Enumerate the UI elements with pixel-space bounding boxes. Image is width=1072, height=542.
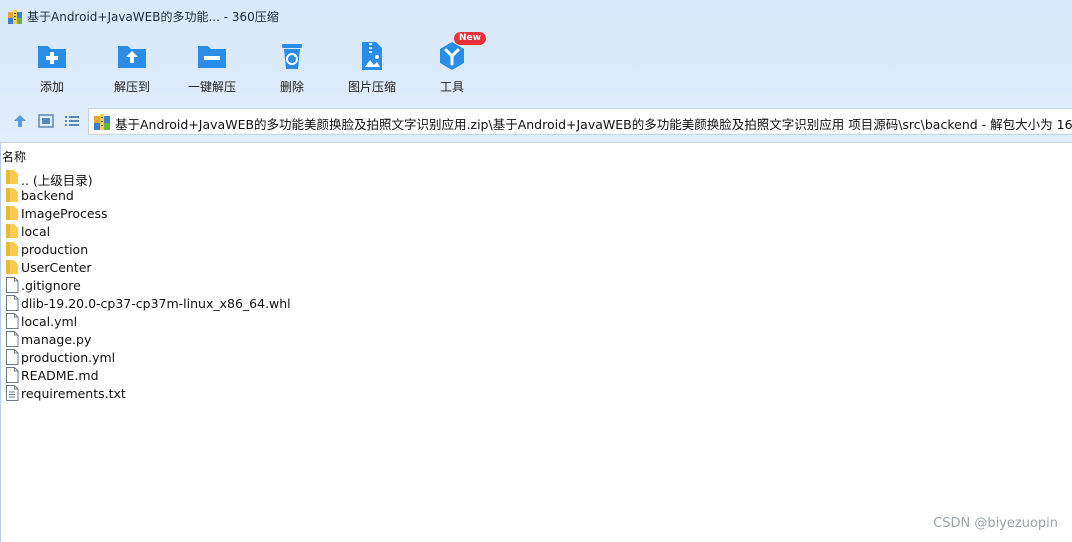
list-item-production-yml[interactable]: production.yml <box>0 348 600 366</box>
list-item-name: UserCenter <box>21 260 92 275</box>
list-item-name: local <box>21 224 51 239</box>
archive-icon <box>94 114 110 130</box>
list-item-name: dlib-19.20.0-cp37-cp37m-linux_x86_64.whl <box>21 296 291 311</box>
list-item-name: manage.py <box>21 332 92 347</box>
list-item-production[interactable]: production <box>0 240 600 258</box>
add-label: 添加 <box>39 80 64 94</box>
list-item-local[interactable]: local <box>0 222 600 240</box>
file-icon <box>6 331 19 347</box>
path-text: 基于Android+JavaWEB的多功能美颜换脸及拍照文字识别应用.zip\基… <box>115 117 1072 132</box>
list-item-name: .gitignore <box>21 278 81 293</box>
text-file-icon <box>6 385 19 401</box>
list-item-name: ImageProcess <box>21 206 108 221</box>
list-item-name: README.md <box>21 368 99 383</box>
app-window: 基于Android+JavaWEB的多功能... - 360压缩 添加 解压到 <box>0 0 1072 542</box>
list-item-readme[interactable]: README.md <box>0 366 600 384</box>
delete-button[interactable]: 删除 <box>252 38 332 100</box>
file-icon <box>6 349 19 365</box>
watermark: CSDN @biyezuopin <box>933 516 1058 531</box>
folder-icon <box>6 242 18 256</box>
one-click-extract-button[interactable]: 一键解压 <box>172 38 252 100</box>
list-item-usercenter[interactable]: UserCenter <box>0 258 600 276</box>
new-badge: New <box>454 32 486 45</box>
file-icon <box>6 313 19 329</box>
image-compress-button[interactable]: 图片压缩 <box>332 38 412 100</box>
main-toolbar: 添加 解压到 一键解压 删除 图片压缩 New 工具 <box>12 32 492 100</box>
file-icon <box>6 295 19 311</box>
delete-label: 删除 <box>279 80 304 94</box>
image-compress-icon <box>362 42 382 70</box>
list-item-requirements[interactable]: requirements.txt <box>0 384 600 402</box>
list-item-local-yml[interactable]: local.yml <box>0 312 600 330</box>
list-item-parent-dir[interactable]: .. (上级目录) <box>0 168 600 188</box>
window-chrome: 基于Android+JavaWEB的多功能... - 360压缩 添加 解压到 <box>0 0 1072 143</box>
tools-label: 工具 <box>439 80 464 94</box>
folder-icon <box>6 206 18 220</box>
add-button[interactable]: 添加 <box>12 38 92 100</box>
image-compress-label: 图片压缩 <box>347 80 396 94</box>
list-header: 名称 <box>0 146 1072 164</box>
file-icon <box>6 277 19 293</box>
file-list: .. (上级目录) backend ImageProcess local pro… <box>0 168 600 402</box>
add-icon <box>38 46 66 68</box>
list-item-name: backend <box>21 188 74 203</box>
folder-icon <box>6 170 18 184</box>
window-title: 基于Android+JavaWEB的多功能... - 360压缩 <box>27 10 279 24</box>
list-view-icon[interactable] <box>63 112 81 130</box>
list-item-imageprocess[interactable]: ImageProcess <box>0 204 600 222</box>
list-item-name: production.yml <box>21 350 116 365</box>
folder-icon <box>6 260 18 274</box>
file-icon <box>6 367 19 383</box>
recycle-bin-icon <box>282 44 302 69</box>
thumbnail-view-icon[interactable] <box>37 112 55 130</box>
extract-to-label: 解压到 <box>113 80 150 94</box>
path-field[interactable]: 基于Android+JavaWEB的多功能美颜换脸及拍照文字识别应用.zip\基… <box>88 108 1072 135</box>
list-item-backend[interactable]: backend <box>0 186 600 204</box>
list-item-manage-py[interactable]: manage.py <box>0 330 600 348</box>
list-item-gitignore[interactable]: .gitignore <box>0 276 600 294</box>
one-click-extract-label: 一键解压 <box>187 80 236 94</box>
extract-to-button[interactable]: 解压到 <box>92 38 172 100</box>
tools-button[interactable]: New 工具 <box>412 32 492 100</box>
archive-app-icon <box>8 10 22 24</box>
title-bar: 基于Android+JavaWEB的多功能... - 360压缩 <box>0 0 1072 32</box>
column-name-header[interactable]: 名称 <box>2 148 26 165</box>
extract-to-icon <box>118 46 146 68</box>
list-item-name: production <box>21 242 89 257</box>
up-arrow-icon[interactable] <box>11 112 29 130</box>
one-click-extract-icon <box>198 46 226 68</box>
list-item-dlib-whl[interactable]: dlib-19.20.0-cp37-cp37m-linux_x86_64.whl <box>0 294 600 312</box>
list-item-name: local.yml <box>21 314 78 329</box>
address-bar: 基于Android+JavaWEB的多功能美颜换脸及拍照文字识别应用.zip\基… <box>0 107 1072 135</box>
folder-icon <box>6 224 18 238</box>
list-item-name: requirements.txt <box>21 386 126 401</box>
folder-icon <box>6 188 18 202</box>
